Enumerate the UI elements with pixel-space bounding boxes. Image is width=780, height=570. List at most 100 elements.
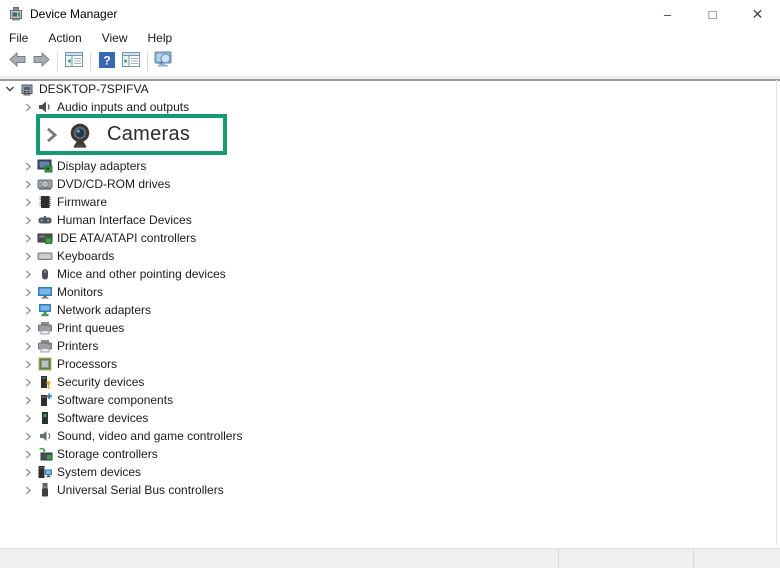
device-manager-app-icon [8,6,24,22]
tree-item-cameras[interactable]: Cameras [0,114,774,155]
chevron-right-icon[interactable] [20,162,36,171]
tree-item-label: Universal Serial Bus controllers [57,483,224,497]
tree-item-label: IDE ATA/ATAPI controllers [57,231,196,245]
tree-item-desktop-7spifva[interactable]: DESKTOP-7SPIFVA [0,80,774,98]
tree-item-print-queues[interactable]: Print queues [0,319,774,337]
mouse-icon [36,266,53,282]
chevron-right-icon[interactable] [20,450,36,459]
chevron-right-icon[interactable] [20,270,36,279]
tree-item-ide-ata-atapi-controllers[interactable]: IDE ATA/ATAPI controllers [0,229,774,247]
chevron-right-icon[interactable] [20,306,36,315]
chevron-right-icon[interactable] [20,180,36,189]
tree-item-label: Monitors [57,285,103,299]
maximize-icon: □ [709,7,717,22]
tree-item-processors[interactable]: Processors [0,355,774,373]
disc-drive-icon [36,176,53,192]
webcam-icon [64,120,96,150]
chevron-right-icon[interactable] [20,414,36,423]
tree-item-firmware[interactable]: Firmware [0,193,774,211]
back-arrow-button[interactable] [6,50,28,74]
tree-item-security-devices[interactable]: Security devices [0,373,774,391]
tree-item-label: Firmware [57,195,107,209]
security-device-icon [36,374,53,390]
tree-item-software-devices[interactable]: Software devices [0,409,774,427]
chevron-right-icon[interactable] [20,198,36,207]
menu-item-help[interactable]: Help [138,29,183,47]
tree-item-label: Printers [57,339,98,353]
scan-hardware-button[interactable] [153,50,175,74]
chevron-right-icon[interactable] [20,468,36,477]
forward-arrow-icon [33,52,50,72]
tree-item-label: Cameras [107,123,190,146]
tree-item-label: Mice and other pointing devices [57,267,226,281]
back-arrow-icon [9,52,26,72]
maximize-button[interactable]: □ [690,0,735,28]
chevron-right-icon[interactable] [20,252,36,261]
show-action-pane-button[interactable] [120,50,142,74]
toolbar: ? [0,48,780,76]
tree-item-label: Storage controllers [57,447,158,461]
tree-item-label: Processors [57,357,117,371]
menu-item-view[interactable]: View [92,29,138,47]
show-console-tree-button[interactable] [63,50,85,74]
tree-item-network-adapters[interactable]: Network adapters [0,301,774,319]
status-bar-segment [693,549,780,568]
menu-item-file[interactable]: File [0,29,38,47]
chevron-right-icon[interactable] [40,127,64,143]
computer-icon [18,81,35,97]
tree-item-sound-video-and-game-controllers[interactable]: Sound, video and game controllers [0,427,774,445]
chevron-right-icon[interactable] [20,342,36,351]
tree-item-software-components[interactable]: Software components [0,391,774,409]
printer-icon [36,320,53,336]
status-bar-segment [0,549,558,568]
tree-item-label: DESKTOP-7SPIFVA [39,82,149,96]
minimize-icon: – [664,7,671,22]
tree-item-label: Display adapters [57,159,146,173]
status-bar [0,548,780,568]
chevron-right-icon[interactable] [20,234,36,243]
tree-item-universal-serial-bus-controllers[interactable]: Universal Serial Bus controllers [0,481,774,499]
tree-item-label: Print queues [57,321,124,335]
software-component-icon [36,392,53,408]
hid-gamepad-icon [36,212,53,228]
tree-item-human-interface-devices[interactable]: Human Interface Devices [0,211,774,229]
firmware-chip-icon [36,194,53,210]
chevron-right-icon[interactable] [20,288,36,297]
help-button[interactable]: ? [96,50,118,74]
toolbar-separator [57,53,58,71]
tree-item-monitors[interactable]: Monitors [0,283,774,301]
tree-item-storage-controllers[interactable]: Storage controllers [0,445,774,463]
chevron-right-icon[interactable] [20,324,36,333]
ide-controller-icon [36,230,53,246]
window-controls: – □ ✕ [645,0,780,28]
chevron-right-icon[interactable] [20,486,36,495]
tree-item-system-devices[interactable]: System devices [0,463,774,481]
chevron-down-icon[interactable] [2,84,18,94]
chevron-right-icon[interactable] [20,216,36,225]
chevron-right-icon[interactable] [20,378,36,387]
tree-item-mice-and-other-pointing-devices[interactable]: Mice and other pointing devices [0,265,774,283]
minimize-button[interactable]: – [645,0,690,28]
tree-item-display-adapters[interactable]: Display adapters [0,157,774,175]
highlight-box: Cameras [36,114,227,155]
tree-item-dvd-cd-rom-drives[interactable]: DVD/CD-ROM drives [0,175,774,193]
usb-controller-icon [36,482,53,498]
processor-icon [36,356,53,372]
tree-item-printers[interactable]: Printers [0,337,774,355]
audio-speaker-icon [36,99,53,115]
tree-item-label: Human Interface Devices [57,213,192,227]
chevron-right-icon[interactable] [20,103,36,112]
close-icon: ✕ [752,6,764,23]
chevron-right-icon[interactable] [20,360,36,369]
window-right-edge [776,80,777,545]
chevron-right-icon[interactable] [20,396,36,405]
close-button[interactable]: ✕ [735,0,780,28]
chevron-right-icon[interactable] [20,432,36,441]
forward-arrow-button[interactable] [30,50,52,74]
tree-item-keyboards[interactable]: Keyboards [0,247,774,265]
menu-item-action[interactable]: Action [38,29,91,47]
scan-hardware-icon [154,51,174,73]
svg-text:?: ? [103,53,110,67]
tree-item-label: DVD/CD-ROM drives [57,177,170,191]
device-manager-window: Device Manager –□✕ FileActionViewHelp ? … [0,0,780,570]
